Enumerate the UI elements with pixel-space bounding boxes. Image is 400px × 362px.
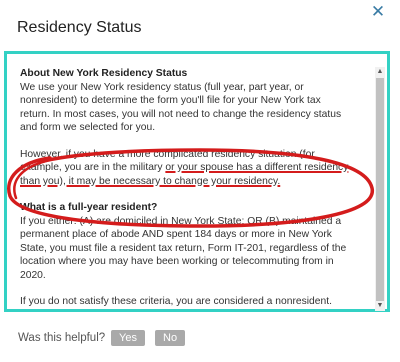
paragraph-line: If you do not satisfy these criteria, yo… (20, 296, 332, 307)
paragraph-line: than you), it may be necessary to change… (20, 175, 372, 189)
yes-button[interactable]: Yes (111, 330, 145, 346)
helpful-prompt: Was this helpful? (18, 332, 106, 344)
help-content: About New York Residency Status We use y… (20, 67, 372, 311)
underlined-text: than you) (20, 175, 63, 187)
paragraph-line: location where you may have been working… (20, 256, 334, 267)
scrollbar-thumb[interactable] (376, 78, 384, 301)
close-icon[interactable]: ✕ (369, 3, 387, 21)
underlined-text: or your spouse has a different residency (165, 162, 349, 173)
scrollbar[interactable]: ▲ ▼ (375, 67, 385, 311)
paragraph-line: State, you must file a resident tax retu… (20, 242, 347, 254)
paragraph-line: example, you are in the military or your… (20, 161, 372, 175)
underlined-text: , it may be necessary to change your res… (62, 175, 281, 187)
paragraph-line: return. In most cases, you will not need… (20, 108, 342, 120)
paragraph-line: However, if you have a more complicated … (20, 148, 315, 160)
paragraph-line: permanent place of abode AND spent 184 d… (20, 229, 332, 240)
text-span: example, you are in the military (20, 162, 166, 173)
scroll-down-arrow-icon[interactable]: ▼ (375, 301, 385, 311)
paragraph-line: nonresident) to determine the form you'l… (20, 95, 321, 106)
paragraph-line: 2020. (20, 269, 46, 281)
no-button[interactable]: No (155, 330, 185, 346)
paragraph-line: and form we selected for you. (20, 122, 156, 133)
dialog-title: Residency Status (17, 19, 142, 36)
paragraph-line: We use your New York residency status (f… (20, 81, 304, 93)
section-heading-about: About New York Residency Status (20, 68, 188, 79)
section-heading-full-year: What is a full-year resident? (20, 202, 158, 213)
residency-status-dialog: ✕ Residency Status About New York Reside… (0, 0, 400, 362)
paragraph-line: If you either: (A) are domiciled in New … (20, 215, 342, 227)
scroll-up-arrow-icon[interactable]: ▲ (375, 67, 385, 77)
